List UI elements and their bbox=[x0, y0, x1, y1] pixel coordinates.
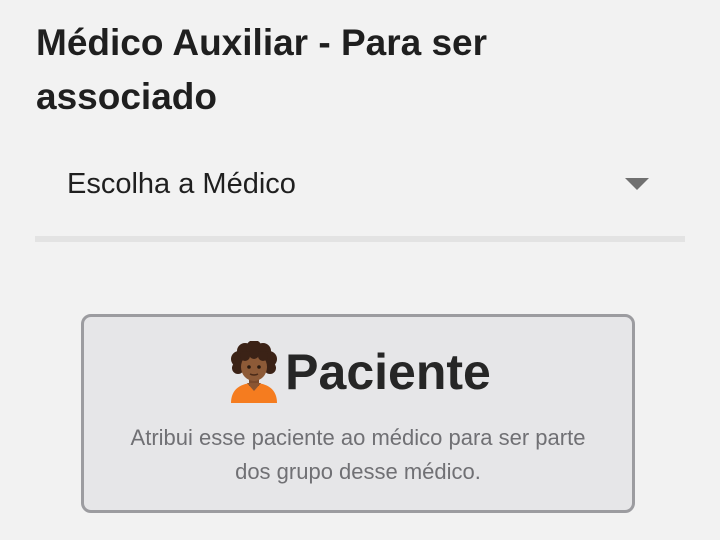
page: Médico Auxiliar - Para ser associado Esc… bbox=[0, 0, 720, 540]
patient-card-description: Atribui esse paciente ao médico para ser… bbox=[130, 425, 586, 484]
chevron-down-icon bbox=[625, 178, 649, 190]
patient-card-heading: Paciente bbox=[84, 341, 632, 403]
patient-card[interactable]: Paciente Atribui esse paciente ao médico… bbox=[81, 314, 635, 513]
doctor-select[interactable]: Escolha a Médico bbox=[35, 150, 685, 242]
doctor-select-value: Escolha a Médico bbox=[67, 168, 296, 200]
person-curly-hair-icon bbox=[231, 341, 278, 403]
select-underline bbox=[35, 236, 685, 242]
page-title: Médico Auxiliar - Para ser associado bbox=[36, 22, 488, 117]
patient-card-title: Paciente bbox=[285, 344, 491, 400]
